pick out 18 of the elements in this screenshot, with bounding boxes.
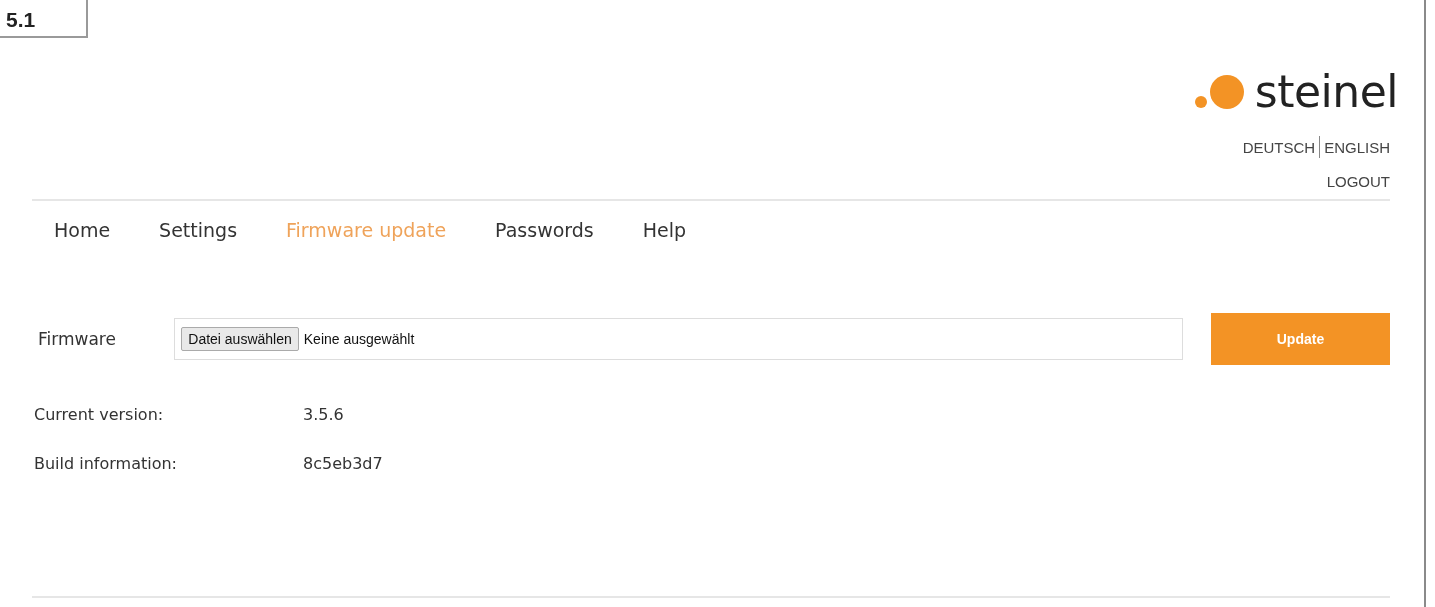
file-status: Keine ausgewählt [303,331,415,347]
info-value: 3.5.6 [303,405,344,424]
info-label: Build information: [33,454,178,473]
logo-text: steinel [1254,70,1398,114]
file-input-field[interactable]: Datei auswählen Keine ausgewählt [174,318,1183,360]
logo-dots-icon [1194,73,1245,111]
nav-tab[interactable]: Home [54,219,111,241]
info-value: 8c5eb3d7 [303,454,383,473]
choose-file-button[interactable]: Datei auswählen [181,327,299,351]
nav-tab[interactable]: Passwords [495,219,594,241]
logout-link[interactable]: LOGOUT [1326,173,1390,190]
nav-tab[interactable]: Help [642,219,687,241]
language-link[interactable]: DEUTSCH [1242,138,1316,156]
info-label: Current version: [33,405,165,424]
nav-tab[interactable]: Settings [159,219,238,241]
section-number: 5.1 [0,0,88,38]
firmware-label: Firmware [37,329,117,349]
language-link[interactable]: ENGLISH [1324,138,1390,156]
